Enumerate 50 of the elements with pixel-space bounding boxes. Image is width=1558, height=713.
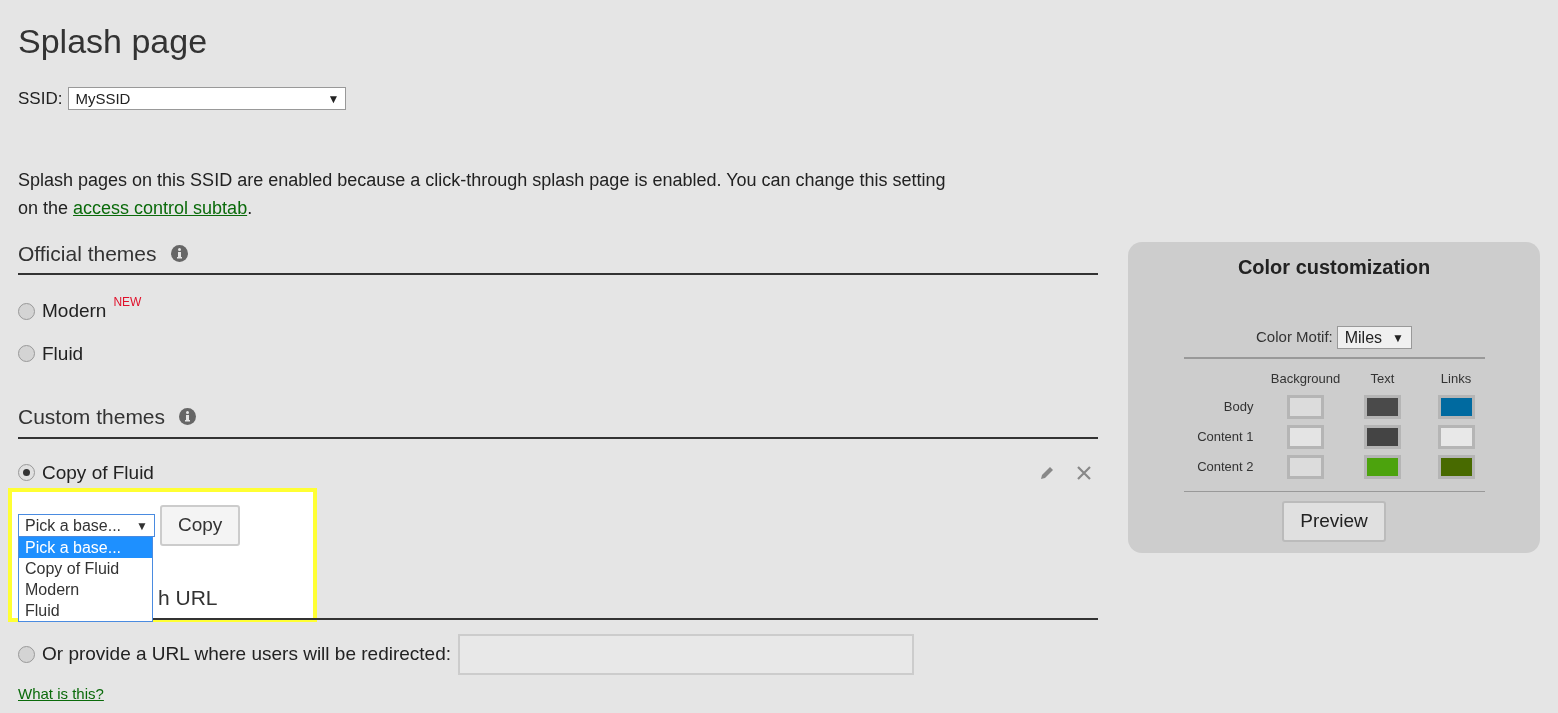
notice-text: Splash pages on this SSID are enabled because a click-through splash page is enabled. You can change this setting on the access control subtab.	[18, 168, 947, 220]
field-label: Color Motif:	[1256, 327, 1333, 348]
dropdown-option[interactable]: Copy of Fluid	[19, 558, 152, 579]
theme-option[interactable]: Copy of Fluid	[42, 458, 1033, 487]
color-swatch[interactable]	[1364, 454, 1401, 479]
column-header: Links	[1439, 370, 1473, 388]
dropdown-option[interactable]: Fluid	[19, 600, 152, 621]
dropdown-option[interactable]: Modern	[19, 579, 152, 600]
info-icon[interactable]	[179, 408, 197, 426]
caret-icon[interactable]: ▼	[1392, 328, 1404, 347]
motif-dropdown[interactable]: Miles ▼	[1336, 326, 1412, 349]
color-swatch[interactable]	[1437, 394, 1475, 419]
ssid-dropdown[interactable]: MySSID ▼	[68, 87, 347, 111]
copy-button[interactable]: Copy	[160, 505, 241, 546]
column-header: Background	[1269, 370, 1342, 388]
color-swatch[interactable]	[1287, 424, 1324, 449]
color-swatch[interactable]	[1437, 424, 1475, 449]
radio-button[interactable]	[18, 645, 35, 663]
row-label: Body	[1222, 397, 1255, 416]
theme-option[interactable]: Modern	[42, 297, 107, 326]
close-icon[interactable]	[1076, 464, 1092, 481]
base-theme-dropdown[interactable]: Pick a base... ▼	[18, 514, 155, 537]
section-heading: Official themes	[18, 240, 157, 267]
row-label: Content 1	[1196, 427, 1255, 446]
radio-button[interactable]	[18, 464, 35, 482]
help-link[interactable]: What is this?	[18, 682, 104, 705]
page-title: Splash page	[18, 21, 209, 62]
radio-button[interactable]	[18, 345, 35, 363]
pencil-icon[interactable]	[1040, 465, 1055, 481]
new-label: NEW	[113, 294, 142, 311]
preview-button[interactable]: Preview	[1282, 500, 1386, 542]
radio-button[interactable]	[18, 302, 35, 320]
section-heading: h URL	[158, 585, 218, 611]
column-header: Text	[1369, 370, 1396, 388]
redirect-option[interactable]: Or provide a URL where users will be redirected:	[42, 639, 452, 669]
caret-icon[interactable]: ▼	[327, 89, 340, 108]
info-icon[interactable]	[170, 244, 188, 262]
theme-option[interactable]: Fluid	[42, 339, 84, 368]
row-label: Content 2	[1196, 457, 1255, 476]
color-swatch[interactable]	[1287, 454, 1324, 479]
color-swatch[interactable]	[1364, 424, 1401, 449]
color-swatch[interactable]	[1287, 394, 1324, 419]
section-heading: Custom themes	[18, 404, 166, 430]
access-control-link[interactable]: access control subtab	[73, 197, 248, 218]
field-label: SSID:	[18, 88, 63, 110]
caret-icon[interactable]: ▼	[136, 516, 148, 535]
panel-title: Color customization	[1237, 255, 1431, 280]
url-input-field[interactable]	[458, 633, 915, 675]
color-swatch[interactable]	[1364, 394, 1401, 419]
color-swatch[interactable]	[1437, 454, 1475, 479]
